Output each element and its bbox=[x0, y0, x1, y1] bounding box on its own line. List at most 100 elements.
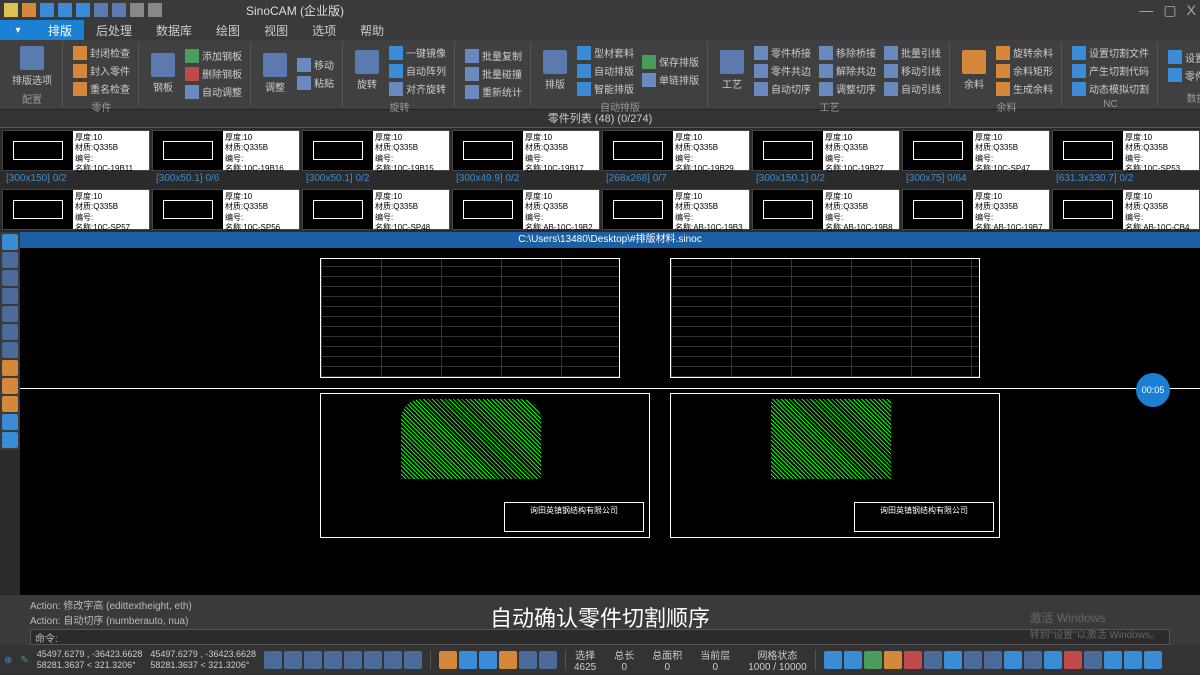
maximize-button[interactable]: ▢ bbox=[1163, 2, 1176, 19]
v2-icon[interactable] bbox=[844, 651, 862, 669]
new-icon[interactable] bbox=[4, 3, 18, 17]
draw6-icon[interactable] bbox=[539, 651, 557, 669]
part-item[interactable]: 厚度:10材质:Q335B编号:名称:AB-10C-19B2 bbox=[452, 189, 600, 230]
v4-icon[interactable] bbox=[884, 651, 902, 669]
v12-icon[interactable] bbox=[1044, 651, 1062, 669]
closed-check-button[interactable]: 封闭检查 bbox=[71, 44, 132, 61]
tool-layer2-icon[interactable] bbox=[2, 396, 18, 412]
paste-button[interactable]: 粘贴 bbox=[295, 74, 336, 91]
part-item[interactable]: 厚度:10材质:Q335B编号:名称:10C-19B16 bbox=[152, 130, 300, 171]
auto-nest-button[interactable]: 自动排版 bbox=[575, 62, 636, 79]
common-edge-button[interactable]: 零件共边 bbox=[752, 62, 813, 79]
tab-help[interactable]: 帮助 bbox=[348, 20, 396, 40]
save-nest-button[interactable]: 保存排版 bbox=[640, 53, 701, 70]
draw2-icon[interactable] bbox=[459, 651, 477, 669]
v10-icon[interactable] bbox=[1004, 651, 1022, 669]
draw4-icon[interactable] bbox=[499, 651, 517, 669]
v7-icon[interactable] bbox=[944, 651, 962, 669]
pencil-icon[interactable]: ✎ bbox=[20, 655, 28, 666]
draw1-icon[interactable] bbox=[439, 651, 457, 669]
batch-lead-button[interactable]: 批量引线 bbox=[882, 44, 943, 61]
nest-button[interactable]: 排版 bbox=[539, 48, 571, 93]
rotate-button[interactable]: 旋转 bbox=[351, 48, 383, 93]
set-cutfile-button[interactable]: 设置切割文件 bbox=[1070, 44, 1151, 61]
v17-icon[interactable] bbox=[1144, 651, 1162, 669]
snap2-icon[interactable] bbox=[284, 651, 302, 669]
bridge-button[interactable]: 零件桥接 bbox=[752, 44, 813, 61]
v13-icon[interactable] bbox=[1064, 651, 1082, 669]
dupname-check-button[interactable]: 重名检查 bbox=[71, 80, 132, 97]
part-item[interactable]: 厚度:10材质:Q335B编号:名称:10C-19B29 bbox=[602, 130, 750, 171]
tool-pan-icon[interactable] bbox=[2, 342, 18, 358]
close-button[interactable]: X bbox=[1187, 2, 1196, 19]
v11-icon[interactable] bbox=[1024, 651, 1042, 669]
tool-layer1-icon[interactable] bbox=[2, 378, 18, 394]
restat-button[interactable]: 重新统计 bbox=[463, 83, 524, 100]
rotate-rem-button[interactable]: 旋转余料 bbox=[994, 44, 1055, 61]
saveall-icon[interactable] bbox=[58, 3, 72, 17]
save-icon[interactable] bbox=[40, 3, 54, 17]
remove-bridge-button[interactable]: 移除桥接 bbox=[817, 44, 878, 61]
plate-button[interactable]: 钢板 bbox=[147, 51, 179, 96]
draw3-icon[interactable] bbox=[479, 651, 497, 669]
tab-view[interactable]: 视图 bbox=[252, 20, 300, 40]
part-item[interactable]: 厚度:10材质:Q335B编号:名称:10C-19B27 bbox=[752, 130, 900, 171]
remove-edge-button[interactable]: 解除共边 bbox=[817, 62, 878, 79]
tool-poly-icon[interactable] bbox=[2, 324, 18, 340]
add-plate-button[interactable]: 添加钢板 bbox=[183, 47, 244, 64]
auto-lead-button[interactable]: 自动引线 bbox=[882, 80, 943, 97]
auto-order-button[interactable]: 自动切序 bbox=[752, 80, 813, 97]
undo-icon[interactable] bbox=[94, 3, 108, 17]
array-button[interactable]: 自动阵列 bbox=[387, 62, 448, 79]
gen-rem-button[interactable]: 生成余料 bbox=[994, 80, 1055, 97]
tool-circle-icon[interactable] bbox=[2, 288, 18, 304]
part-item[interactable]: 厚度:10材质:Q335B编号:名称:10C-SP56 bbox=[152, 189, 300, 230]
tab-draw[interactable]: 绘图 bbox=[204, 20, 252, 40]
drawing-area[interactable]: C:\Users\13480\Desktop\#排版材料.sinoc 询田英镇钢… bbox=[20, 232, 1200, 595]
snap8-icon[interactable] bbox=[404, 651, 422, 669]
part-item[interactable]: 厚度:10材质:Q335B编号:名称:AB-10C-19B7 bbox=[902, 189, 1050, 230]
align-rotate-button[interactable]: 对齐旋转 bbox=[387, 80, 448, 97]
part-item[interactable]: 厚度:10材质:Q335B编号:名称:AB-10C-19B8 bbox=[752, 189, 900, 230]
part-item[interactable]: 厚度:10材质:Q335B编号:名称:10C-SP48 bbox=[302, 189, 450, 230]
process-button[interactable]: 工艺 bbox=[716, 48, 748, 93]
snap6-icon[interactable] bbox=[364, 651, 382, 669]
snap3-icon[interactable] bbox=[304, 651, 322, 669]
draw5-icon[interactable] bbox=[519, 651, 537, 669]
sheet-1[interactable] bbox=[320, 258, 620, 378]
part-item[interactable]: 厚度:10材质:Q335B编号:名称:10C-SP57 bbox=[2, 189, 150, 230]
tool-rect-icon[interactable] bbox=[2, 306, 18, 322]
v8-icon[interactable] bbox=[964, 651, 982, 669]
adjust-button[interactable]: 调整 bbox=[259, 51, 291, 96]
tab-database[interactable]: 数据库 bbox=[144, 20, 204, 40]
auto-adjust-button[interactable]: 自动调整 bbox=[183, 83, 244, 100]
v5-icon[interactable] bbox=[904, 651, 922, 669]
v14-icon[interactable] bbox=[1084, 651, 1102, 669]
set-db-button[interactable]: 设置数据库 bbox=[1166, 49, 1200, 66]
tool2-icon[interactable] bbox=[148, 3, 162, 17]
v3-icon[interactable] bbox=[864, 651, 882, 669]
move-button[interactable]: 移动 bbox=[295, 56, 336, 73]
redo-icon[interactable] bbox=[112, 3, 126, 17]
nest-options-button[interactable]: 排版选项 bbox=[8, 44, 56, 89]
tool-layer3-icon[interactable] bbox=[2, 414, 18, 430]
part-item[interactable]: 厚度:10材质:Q335B编号:名称:AB-10C-19B3 bbox=[602, 189, 750, 230]
part-store-button[interactable]: 零件入库 bbox=[1166, 67, 1200, 84]
v9-icon[interactable] bbox=[984, 651, 1002, 669]
tool-arc-icon[interactable] bbox=[2, 270, 18, 286]
snap7-icon[interactable] bbox=[384, 651, 402, 669]
snap1-icon[interactable] bbox=[264, 651, 282, 669]
v15-icon[interactable] bbox=[1104, 651, 1122, 669]
coord-icon[interactable]: ⊕ bbox=[4, 655, 12, 666]
chain-nest-button[interactable]: 单链排版 bbox=[640, 71, 701, 88]
part-item[interactable]: 厚度:10材质:Q335B编号:名称:10C-SP47 bbox=[902, 130, 1050, 171]
move-lead-button[interactable]: 移动引线 bbox=[882, 62, 943, 79]
tab-nesting[interactable]: 排版 bbox=[36, 20, 84, 40]
profile-nest-button[interactable]: 型材套料 bbox=[575, 44, 636, 61]
batch-copy-button[interactable]: 批量复制 bbox=[463, 47, 524, 64]
v1-icon[interactable] bbox=[824, 651, 842, 669]
v16-icon[interactable] bbox=[1124, 651, 1142, 669]
tool-line-icon[interactable] bbox=[2, 252, 18, 268]
tool-layer4-icon[interactable] bbox=[2, 432, 18, 448]
tool-zoom-icon[interactable] bbox=[2, 360, 18, 376]
